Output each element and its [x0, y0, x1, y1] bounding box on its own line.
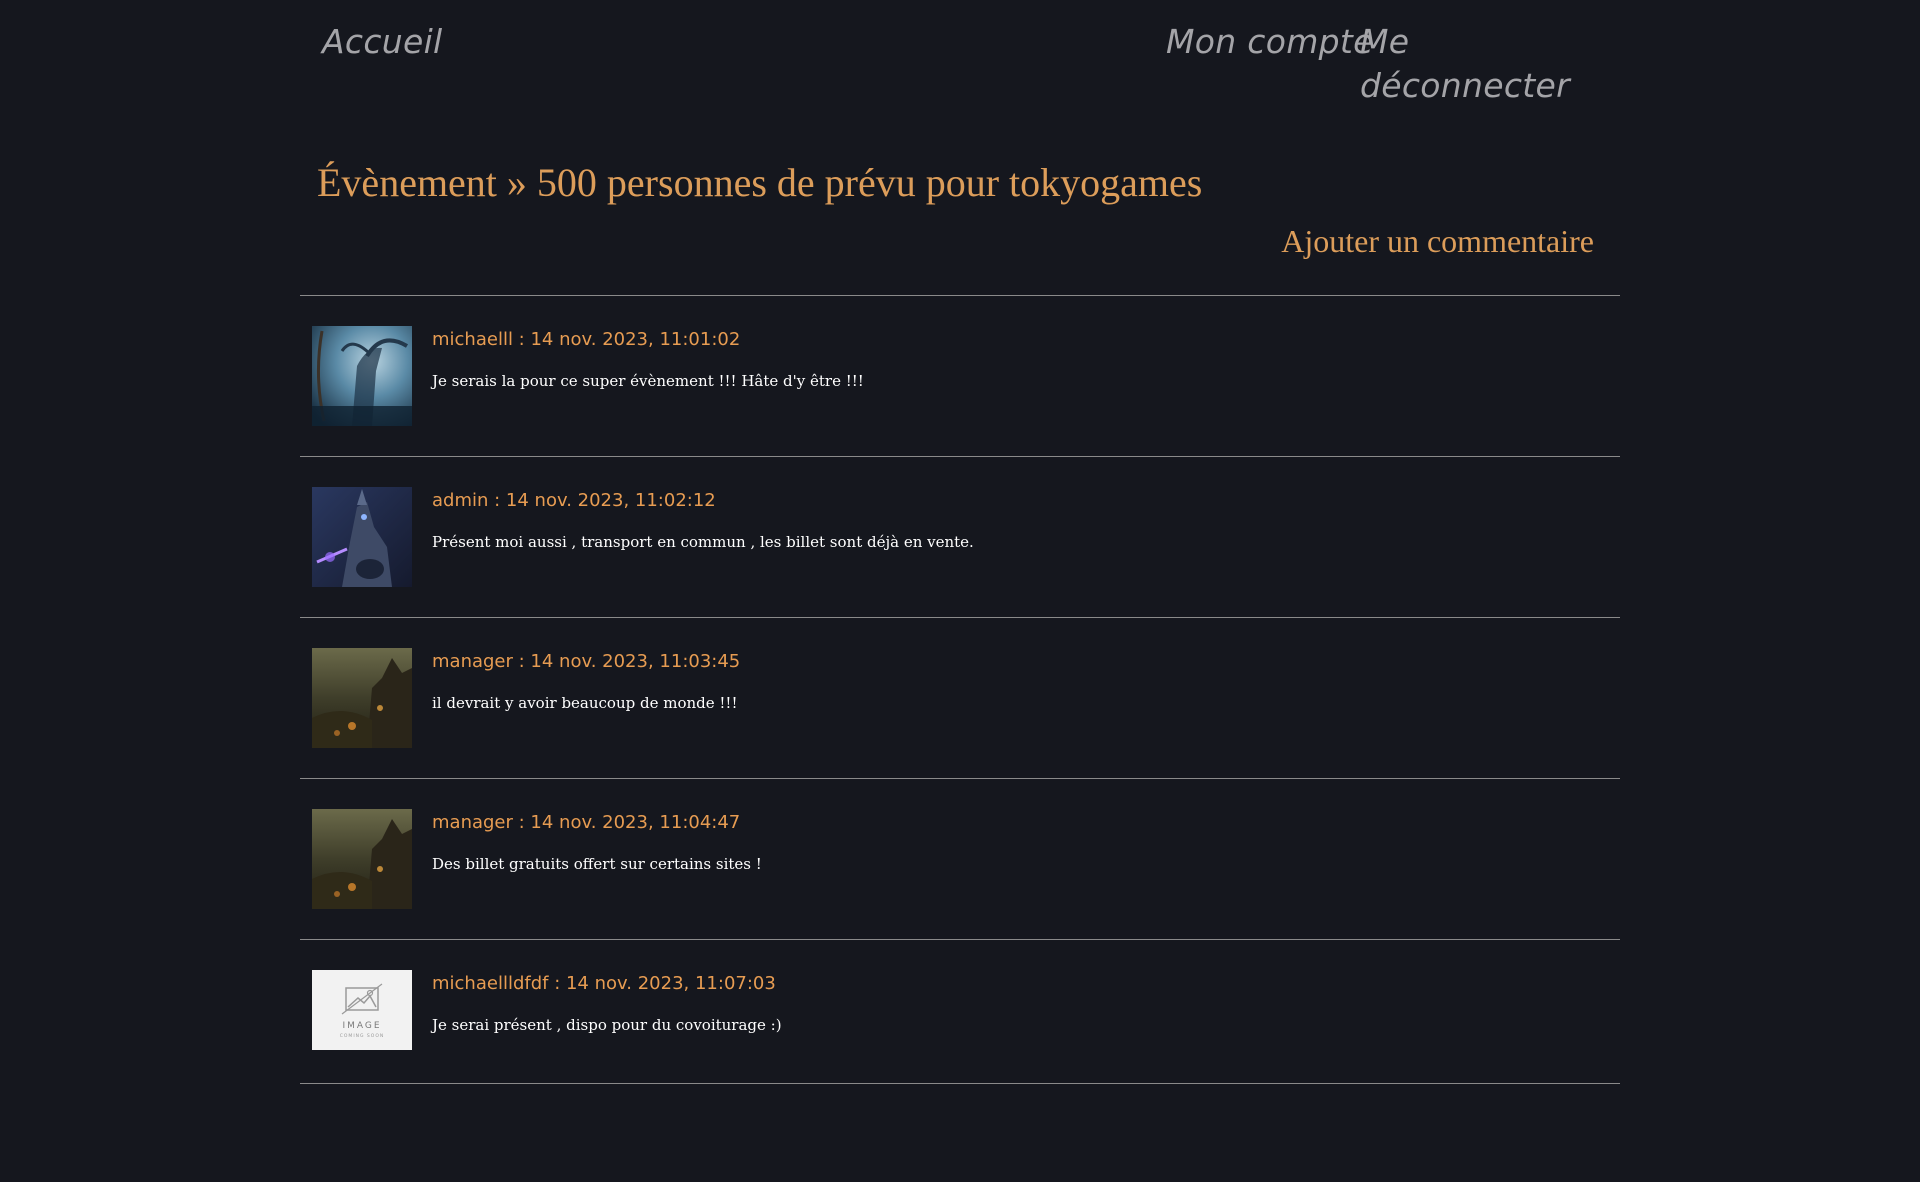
- placeholder-line-2: COMING SOON: [340, 1033, 384, 1039]
- avatar: [312, 487, 412, 587]
- castle-landscape-avatar: [312, 648, 412, 748]
- placeholder-line-1: IMAGE: [342, 1021, 381, 1031]
- comment-item: michaelll : 14 nov. 2023, 11:01:02 Je se…: [300, 295, 1620, 456]
- castle-landscape-avatar: [312, 809, 412, 909]
- add-comment-link[interactable]: Ajouter un commentaire: [1281, 216, 1594, 266]
- comment-list: michaelll : 14 nov. 2023, 11:01:02 Je se…: [300, 295, 1620, 1084]
- comment-meta: manager : 14 nov. 2023, 11:03:45: [432, 651, 741, 672]
- comment-meta: michaelll : 14 nov. 2023, 11:01:02: [432, 329, 741, 350]
- comment-item: manager : 14 nov. 2023, 11:03:45 il devr…: [300, 617, 1620, 778]
- comment-text: Des billet gratuits offert sur certains …: [432, 855, 762, 873]
- comment-text: Je serais la pour ce super évènement !!!…: [432, 372, 864, 390]
- misty-forest-archer-avatar: [312, 326, 412, 426]
- comment-meta: manager : 14 nov. 2023, 11:04:47: [432, 812, 741, 833]
- avatar: [312, 648, 412, 748]
- comment-item: IMAGE COMING SOON michaellldfdf : 14 nov…: [300, 939, 1620, 1084]
- top-nav: Accueil Mon compte Me déconnecter: [300, 0, 1620, 105]
- comment-item: admin : 14 nov. 2023, 11:02:12 Présent m…: [300, 456, 1620, 617]
- nav-logout-link[interactable]: Me déconnecter: [1360, 20, 1620, 108]
- avatar: [312, 809, 412, 909]
- comment-text: Je serai présent , dispo pour du covoitu…: [432, 1016, 782, 1034]
- comment-text: Présent moi aussi , transport en commun …: [432, 533, 974, 551]
- comment-meta: admin : 14 nov. 2023, 11:02:12: [432, 490, 716, 511]
- avatar: IMAGE COMING SOON: [312, 970, 412, 1050]
- nav-home-link[interactable]: Accueil: [322, 20, 443, 64]
- comment-item: manager : 14 nov. 2023, 11:04:47 Des bil…: [300, 778, 1620, 939]
- comment-meta: michaellldfdf : 14 nov. 2023, 11:07:03: [432, 973, 776, 994]
- image-placeholder-avatar: IMAGE COMING SOON: [312, 970, 412, 1050]
- avatar: [312, 326, 412, 426]
- page-title: Évènement » 500 personnes de prévu pour …: [317, 160, 1203, 205]
- comment-text: il devrait y avoir beaucoup de monde !!!: [432, 694, 738, 712]
- nav-account-link[interactable]: Mon compte: [1166, 20, 1374, 64]
- armored-knight-avatar: [312, 487, 412, 587]
